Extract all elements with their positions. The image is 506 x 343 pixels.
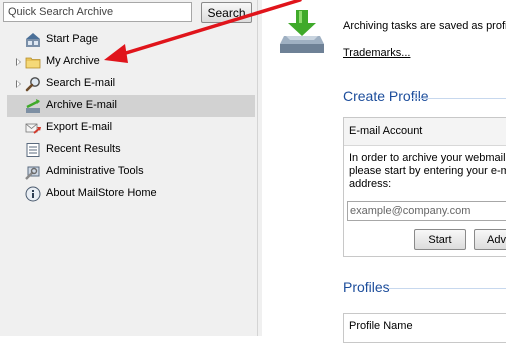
nav-item-export-email[interactable]: Export E-mail (0, 117, 258, 139)
email-account-header: E-mail Account (344, 118, 506, 146)
info-icon (25, 186, 41, 202)
nav-label-administrative-tools: Administrative Tools (46, 165, 144, 177)
expand-arrow-icon[interactable] (16, 80, 21, 88)
nav-label-my-archive: My Archive (46, 55, 100, 67)
nav-label-about: About MailStore Home (46, 187, 157, 199)
search-icon (25, 77, 40, 92)
description-line: please start by entering your e-m (349, 165, 506, 177)
nav-label-archive-email: Archive E-mail (46, 99, 117, 111)
nav-label-export-email: Export E-mail (46, 121, 113, 133)
intro-text: Archiving tasks are saved as profil (343, 20, 506, 32)
nav-item-my-archive[interactable]: My Archive (0, 51, 258, 73)
start-button[interactable]: Start (414, 229, 466, 250)
nav-item-archive-email[interactable]: Archive E-mail (7, 95, 255, 117)
nav-label-search-email: Search E-mail (46, 77, 116, 89)
nav-item-search-email[interactable]: Search E-mail (0, 73, 258, 95)
create-profile-title: Create Profile (343, 88, 429, 104)
nav-label-start-page: Start Page (46, 33, 98, 45)
email-account-description: In order to archive your webmail a pleas… (349, 152, 506, 191)
nav-item-about[interactable]: About MailStore Home (0, 183, 258, 205)
section-divider (412, 98, 506, 99)
email-address-input[interactable] (347, 201, 506, 221)
profile-name-column-header[interactable]: Profile Name (344, 314, 506, 338)
email-account-panel: E-mail Account In order to archive your … (343, 117, 506, 257)
nav-item-start-page[interactable]: Start Page (0, 29, 258, 51)
section-divider (388, 288, 506, 289)
main-pane: Archiving tasks are saved as profil Trad… (258, 0, 506, 343)
nav-item-administrative-tools[interactable]: Administrative Tools (0, 161, 258, 183)
profiles-title: Profiles (343, 279, 390, 295)
profiles-table: Profile Name (343, 313, 506, 343)
quick-search-input[interactable] (3, 2, 192, 22)
description-line: address: (349, 178, 392, 190)
folder-icon (25, 57, 41, 69)
archive-email-icon (26, 99, 40, 113)
search-button[interactable]: Search (201, 2, 252, 23)
navigation-tree: Start Page My Archive Search E-mail Arch… (0, 29, 258, 205)
archive-email-large-icon (280, 10, 324, 53)
admin-tools-icon (25, 166, 40, 180)
description-line: In order to archive your webmail a (349, 152, 506, 164)
start-page-icon (26, 33, 40, 47)
nav-item-recent-results[interactable]: Recent Results (0, 139, 258, 161)
expand-arrow-icon[interactable] (16, 58, 21, 66)
export-email-icon (25, 123, 41, 134)
content-area: Archiving tasks are saved as profil Trad… (262, 0, 506, 343)
trademarks-link[interactable]: Trademarks... (343, 47, 410, 59)
nav-label-recent-results: Recent Results (46, 143, 121, 155)
navigation-sidebar: Search Start Page My Archive (0, 0, 258, 336)
advanced-button[interactable]: Adva (474, 229, 506, 250)
recent-results-icon (26, 143, 40, 157)
